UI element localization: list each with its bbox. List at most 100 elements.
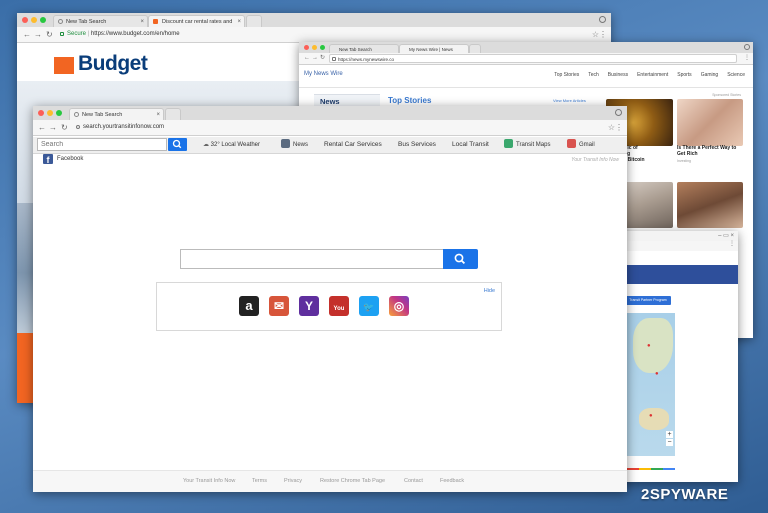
map-land-australia — [639, 408, 669, 430]
main-address-bar: ← → ↻ search.yourtransitinfonow.com ☆ ⋮ — [33, 120, 627, 136]
back-icon[interactable]: ← — [38, 122, 46, 133]
youtube-icon[interactable]: You — [329, 296, 349, 316]
nav-sports[interactable]: Sports — [677, 72, 691, 78]
map-marker-icon[interactable]: ● — [647, 343, 651, 349]
tab-budget[interactable]: Discount car rental rates and × — [148, 15, 245, 27]
search-icon — [74, 112, 79, 117]
toolbar-transit-maps[interactable]: Transit Maps — [504, 137, 550, 153]
footer-link-terms[interactable]: Terms — [252, 478, 267, 484]
quicklinks-panel: Hide a ✉ Y You 🐦 ◎ — [156, 282, 502, 331]
tab-new-tab-search[interactable]: New Tab Search — [329, 44, 399, 53]
new-tab-button[interactable] — [165, 108, 181, 120]
hide-link[interactable]: Hide — [484, 288, 495, 294]
search-icon — [58, 19, 63, 24]
footer-link-restore-chrome[interactable]: Restore Chrome Tab Page — [320, 478, 385, 484]
main-search-input[interactable] — [180, 249, 444, 269]
new-tab-button[interactable] — [469, 44, 481, 53]
toolbar-local-transit[interactable]: Local Transit — [452, 137, 489, 153]
map-marker-icon[interactable]: ● — [655, 371, 659, 377]
footer-link-feedback[interactable]: Feedback — [440, 478, 464, 484]
new-tab-button[interactable] — [246, 15, 262, 27]
zoom-window-button[interactable] — [320, 45, 325, 50]
toolbar-search-input[interactable] — [37, 138, 167, 151]
toolbar-gmail[interactable]: Gmail — [567, 137, 595, 153]
zoom-in-button[interactable]: + — [666, 431, 673, 438]
minimize-window-button[interactable] — [31, 17, 37, 23]
lock-icon — [332, 57, 336, 61]
view-more-link[interactable]: View More Articles — [553, 98, 586, 103]
amazon-icon[interactable]: a — [239, 296, 259, 316]
nav-gaming[interactable]: Gaming — [701, 72, 719, 78]
transit-partner-button[interactable]: Transit Partner Program — [625, 296, 671, 305]
tab-new-tab-search[interactable]: New Tab Search × — [53, 15, 148, 27]
close-window-button[interactable] — [304, 45, 309, 50]
url-field[interactable]: search.yourtransitinfonow.com — [73, 122, 607, 133]
twitter-icon[interactable]: 🐦 — [359, 296, 379, 316]
close-window-button[interactable] — [38, 110, 44, 116]
budget-tab-bar: New Tab Search × Discount car rental rate… — [17, 13, 611, 28]
toolbar-search-button[interactable] — [168, 138, 187, 151]
kitchen-photo[interactable] — [677, 182, 743, 228]
menu-icon[interactable]: ⋮ — [744, 53, 750, 64]
forward-icon[interactable]: → — [49, 122, 57, 133]
back-icon[interactable]: ← — [304, 53, 310, 64]
map-view[interactable]: ● ● ● + − — [627, 313, 675, 456]
nav-top-stories[interactable]: Top Stories — [554, 72, 579, 78]
tab-new-tab-search[interactable]: New Tab Search × — [69, 108, 164, 120]
nav-science[interactable]: Science — [727, 72, 745, 78]
search-icon — [454, 253, 466, 265]
reload-icon[interactable]: ↻ — [46, 29, 53, 40]
back-icon[interactable]: ← — [23, 29, 31, 40]
yahoo-icon[interactable]: Y — [299, 296, 319, 316]
section-title: News — [320, 97, 340, 106]
footer-link-brand[interactable]: Your Transit Info Now — [183, 478, 235, 484]
menu-icon[interactable]: ⋮ — [729, 239, 735, 250]
forward-icon[interactable]: → — [34, 29, 42, 40]
profile-icon[interactable] — [615, 109, 622, 116]
weather-icon: ☁ — [203, 142, 211, 148]
story-2-title[interactable]: Is There a Perfect Way to Get Rich — [677, 145, 743, 157]
url-field[interactable]: https://news.mynewswire.co — [329, 54, 737, 63]
menu-icon[interactable]: ⋮ — [599, 29, 607, 40]
toolbar-bus-services[interactable]: Bus Services — [398, 137, 436, 153]
nav-business[interactable]: Business — [608, 72, 628, 78]
close-tab-icon[interactable]: × — [156, 109, 160, 120]
bookmark-star-icon[interactable]: ☆ — [592, 29, 599, 40]
facebook-icon: f — [43, 154, 53, 165]
profile-icon[interactable] — [599, 16, 606, 23]
minimize-window-button[interactable] — [312, 45, 317, 50]
url-field[interactable]: Secure | https://www.budget.com/en/home — [57, 29, 591, 40]
toolbar-news[interactable]: News — [281, 137, 308, 153]
site-name[interactable]: My News Wire — [304, 71, 343, 77]
map-marker-icon[interactable]: ● — [649, 413, 653, 419]
bookmark-star-icon[interactable]: ☆ — [608, 122, 615, 133]
zoom-window-button[interactable] — [56, 110, 62, 116]
mail-icon[interactable]: ✉ — [269, 296, 289, 316]
close-window-button[interactable] — [22, 17, 28, 23]
footer-link-privacy[interactable]: Privacy — [284, 478, 302, 484]
tab-news[interactable]: My News Wire | News — [399, 44, 469, 53]
close-tab-icon[interactable]: × — [237, 16, 241, 27]
money-photo[interactable] — [677, 99, 743, 146]
news-nav: Top Stories Tech Business Entertainment Spor… — [545, 71, 745, 78]
zoom-window-button[interactable] — [40, 17, 46, 23]
budget-orange-panel — [17, 333, 33, 403]
window-controls[interactable]: – ▭ × — [718, 232, 734, 239]
search-icon — [172, 139, 182, 149]
minimize-window-button[interactable] — [47, 110, 53, 116]
toolbar-weather[interactable]: ☁ 32° Local Weather — [203, 137, 260, 153]
zoom-out-button[interactable]: − — [666, 439, 673, 446]
reload-icon[interactable]: ↻ — [61, 122, 68, 133]
close-tab-icon[interactable]: × — [140, 16, 144, 27]
forward-icon[interactable]: → — [312, 53, 318, 64]
toolbar-rental-car-services[interactable]: Rental Car Services — [324, 137, 382, 153]
profile-icon[interactable] — [744, 44, 750, 50]
reload-icon[interactable]: ↻ — [320, 53, 325, 64]
nav-entertainment[interactable]: Entertainment — [637, 72, 668, 78]
news-icon — [281, 138, 290, 148]
instagram-icon[interactable]: ◎ — [389, 296, 409, 316]
footer-link-contact[interactable]: Contact — [404, 478, 423, 484]
menu-icon[interactable]: ⋮ — [615, 122, 623, 133]
main-search-button[interactable] — [443, 249, 478, 269]
nav-tech[interactable]: Tech — [588, 72, 599, 78]
